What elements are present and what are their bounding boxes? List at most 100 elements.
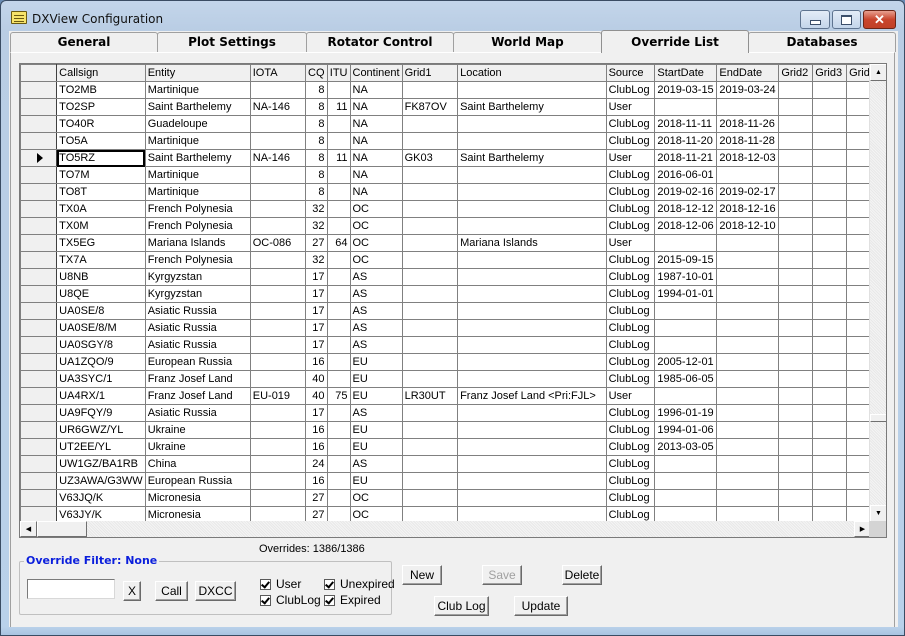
cell-enddate[interactable] xyxy=(716,472,780,490)
table-row[interactable]: UZ3AWA/G3WW European Russia 16 EU ClubLog xyxy=(20,472,886,490)
cell-itu[interactable]: 75 xyxy=(326,387,351,405)
cell-grid2[interactable] xyxy=(778,489,814,507)
cell-location[interactable] xyxy=(457,132,607,150)
cell-enddate[interactable] xyxy=(716,302,780,320)
table-row[interactable]: U8QE Kyrgyzstan 17 AS ClubLog 1994-01-01 xyxy=(20,285,886,303)
column-header-grid3[interactable]: Grid3 xyxy=(812,64,848,82)
cell-enddate[interactable] xyxy=(716,98,780,116)
cell-iota[interactable] xyxy=(249,81,307,99)
cell-cq[interactable]: 8 xyxy=(305,183,328,201)
cell-grid2[interactable] xyxy=(778,336,814,354)
cell-callsign[interactable]: TO5RZ xyxy=(56,149,146,167)
cell-startdate[interactable]: 2019-03-15 xyxy=(654,81,718,99)
cell-iota[interactable] xyxy=(249,455,307,473)
cell-continent[interactable]: EU xyxy=(349,472,403,490)
cell-continent[interactable]: EU xyxy=(349,387,403,405)
cell-location[interactable] xyxy=(457,81,607,99)
cell-source[interactable]: ClubLog xyxy=(605,472,656,490)
column-header-startdate[interactable]: StartDate xyxy=(654,64,718,82)
cell-entity[interactable]: Martinique xyxy=(144,183,251,201)
cell-location[interactable] xyxy=(457,353,607,371)
column-header-callsign[interactable]: Callsign xyxy=(56,64,146,82)
cell-enddate[interactable] xyxy=(716,353,780,371)
clear-filter-button[interactable]: X xyxy=(123,581,141,601)
cell-entity[interactable]: Saint Barthelemy xyxy=(144,98,251,116)
cell-grid1[interactable]: LR30UT xyxy=(401,387,459,405)
cell-grid3[interactable] xyxy=(812,438,848,456)
cell-entity[interactable]: European Russia xyxy=(144,353,251,371)
cell-iota[interactable] xyxy=(249,336,307,354)
cell-location[interactable] xyxy=(457,319,607,337)
scroll-up-button[interactable]: ▲ xyxy=(870,64,886,81)
cell-source[interactable]: ClubLog xyxy=(605,268,656,286)
cell-entity[interactable]: Asiatic Russia xyxy=(144,404,251,422)
cell-callsign[interactable]: U8NB xyxy=(56,268,146,286)
cell-grid1[interactable] xyxy=(401,438,459,456)
row-header[interactable] xyxy=(20,251,58,269)
cell-iota[interactable] xyxy=(249,251,307,269)
cell-enddate[interactable] xyxy=(716,489,780,507)
cell-grid1[interactable] xyxy=(401,336,459,354)
cell-startdate[interactable]: 2018-11-21 xyxy=(654,149,718,167)
column-header-cq[interactable]: CQ xyxy=(305,64,328,82)
cell-continent[interactable]: AS xyxy=(349,404,403,422)
cell-iota[interactable]: EU-019 xyxy=(249,387,307,405)
column-header-location[interactable]: Location xyxy=(457,64,607,82)
cell-entity[interactable]: Asiatic Russia xyxy=(144,319,251,337)
cell-enddate[interactable]: 2019-03-24 xyxy=(716,81,780,99)
table-row[interactable]: TX0M French Polynesia 32 OC ClubLog 2018-12-0… xyxy=(20,217,886,235)
cell-grid2[interactable] xyxy=(778,115,814,133)
cell-grid2[interactable] xyxy=(778,472,814,490)
table-row[interactable]: TO8T Martinique 8 NA ClubLog 2019-02-16 2019-0… xyxy=(20,183,886,201)
cell-iota[interactable] xyxy=(249,302,307,320)
cell-grid2[interactable] xyxy=(778,98,814,116)
cell-grid2[interactable] xyxy=(778,285,814,303)
cell-iota[interactable] xyxy=(249,268,307,286)
cell-location[interactable] xyxy=(457,438,607,456)
new-button[interactable]: New xyxy=(402,565,442,585)
table-row[interactable]: TX0A French Polynesia 32 OC ClubLog 2018-12-1… xyxy=(20,200,886,218)
cell-entity[interactable]: Kyrgyzstan xyxy=(144,285,251,303)
cell-startdate[interactable] xyxy=(654,455,718,473)
cell-entity[interactable]: Asiatic Russia xyxy=(144,302,251,320)
cell-startdate[interactable]: 2005-12-01 xyxy=(654,353,718,371)
cell-source[interactable]: ClubLog xyxy=(605,336,656,354)
title-bar[interactable]: DXView Configuration ✕ xyxy=(1,1,904,31)
dxcc-filter-button[interactable]: DXCC xyxy=(195,581,236,601)
update-button[interactable]: Update xyxy=(514,596,568,616)
cell-grid1[interactable] xyxy=(401,489,459,507)
cell-cq[interactable]: 32 xyxy=(305,200,328,218)
cell-grid3[interactable] xyxy=(812,234,848,252)
column-header-source[interactable]: Source xyxy=(605,64,656,82)
table-row[interactable]: TO7M Martinique 8 NA ClubLog 2016-06-01 xyxy=(20,166,886,184)
row-header[interactable] xyxy=(20,353,58,371)
cell-grid3[interactable] xyxy=(812,251,848,269)
cell-callsign[interactable]: UW1GZ/BA1RB xyxy=(56,455,146,473)
cell-entity[interactable]: Saint Barthelemy xyxy=(144,149,251,167)
horizontal-scroll-thumb[interactable] xyxy=(37,521,87,537)
cell-startdate[interactable]: 1994-01-06 xyxy=(654,421,718,439)
cell-location[interactable] xyxy=(457,455,607,473)
column-header-grid1[interactable]: Grid1 xyxy=(401,64,459,82)
cell-grid3[interactable] xyxy=(812,183,848,201)
vertical-scroll-thumb[interactable] xyxy=(870,413,886,422)
cell-grid1[interactable] xyxy=(401,472,459,490)
cell-continent[interactable]: NA xyxy=(349,149,403,167)
cell-location[interactable] xyxy=(457,472,607,490)
cell-startdate[interactable]: 2019-02-16 xyxy=(654,183,718,201)
cell-itu[interactable] xyxy=(326,268,351,286)
cell-iota[interactable] xyxy=(249,217,307,235)
cell-continent[interactable]: NA xyxy=(349,132,403,150)
cell-callsign[interactable]: TX7A xyxy=(56,251,146,269)
cell-grid1[interactable] xyxy=(401,370,459,388)
club-log-button[interactable]: Club Log xyxy=(434,596,489,616)
cell-source[interactable]: User xyxy=(605,234,656,252)
cell-entity[interactable]: Asiatic Russia xyxy=(144,336,251,354)
table-row[interactable]: TO5RZ Saint Barthelemy NA-146 8 11 NA GK03 Sain… xyxy=(20,149,886,167)
row-header[interactable] xyxy=(20,132,58,150)
vertical-scrollbar[interactable]: ▲ ▼ xyxy=(869,64,886,522)
cell-continent[interactable]: OC xyxy=(349,251,403,269)
cell-location[interactable] xyxy=(457,285,607,303)
cell-enddate[interactable] xyxy=(716,234,780,252)
cell-grid1[interactable] xyxy=(401,115,459,133)
